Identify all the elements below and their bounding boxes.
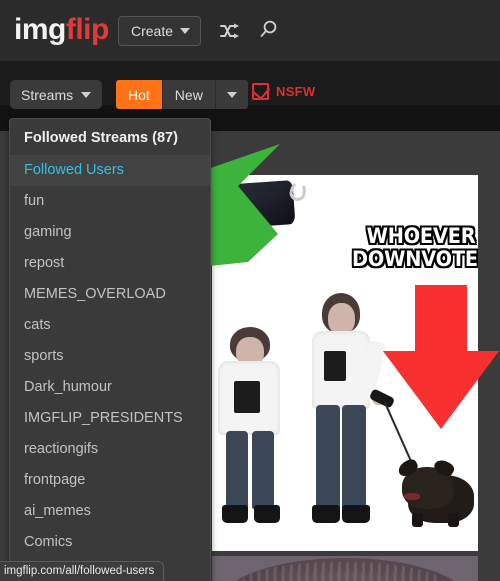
imgflip-logo[interactable]: imgflip <box>14 12 109 48</box>
nsfw-toggle[interactable]: NSFW <box>252 82 316 100</box>
right-gutter <box>478 131 500 581</box>
dropdown-item-gaming[interactable]: gaming <box>10 217 210 248</box>
sort-more-button[interactable] <box>214 80 248 109</box>
dropdown-item-sports[interactable]: sports <box>10 341 210 372</box>
streams-button-label: Streams <box>21 86 74 103</box>
chevron-down-icon <box>81 91 92 98</box>
dropdown-item-frontpage[interactable]: frontpage <box>10 465 210 496</box>
dropdown-item-dark-humour[interactable]: Dark_humour <box>10 372 210 403</box>
search-icon[interactable] <box>257 18 281 42</box>
dropdown-item-imgflip-presidents[interactable]: IMGFLIP_PRESIDENTS <box>10 403 210 434</box>
chevron-down-icon <box>226 91 237 98</box>
shuffle-icon[interactable] <box>219 19 243 43</box>
dropdown-title: Followed Streams (87) <box>24 130 178 146</box>
next-meme-post-image[interactable] <box>212 556 478 581</box>
meme-photo: WHOEVER DOWNVOTED <box>212 175 478 551</box>
meme-caption-text: WHOEVER DOWNVOTED <box>352 224 478 271</box>
dropdown-item-fun[interactable]: fun <box>10 186 210 217</box>
dropdown-item-repost[interactable]: repost <box>10 248 210 279</box>
dropdown-item-followed-users[interactable]: Followed Users <box>10 155 210 186</box>
logo-img-text: img <box>14 13 66 46</box>
sort-hot-label: Hot <box>128 86 150 103</box>
create-button[interactable]: Create <box>118 16 202 46</box>
sort-new-button[interactable]: New <box>161 80 215 109</box>
sort-toggle-group: Hot New <box>116 80 248 109</box>
meme-post-image[interactable]: WHOEVER DOWNVOTED <box>212 175 478 551</box>
followed-streams-dropdown: Followed Streams (87) Followed Users fun… <box>9 118 211 581</box>
imgflip-page: imgflip Create Streams Hot New NSFW WHOE… <box>0 0 500 581</box>
status-bar-url: imgflip.com/all/followed-users <box>0 561 165 581</box>
logo-flip-text: flip <box>65 13 110 46</box>
dropdown-item-comics[interactable]: Comics <box>10 527 210 558</box>
site-header: imgflip Create <box>0 0 500 62</box>
dropdown-item-ai-memes[interactable]: ai_memes <box>10 496 210 527</box>
dropdown-item-memes-overload[interactable]: MEMES_OVERLOAD <box>10 279 210 310</box>
create-button-label: Create <box>131 23 174 39</box>
chevron-down-icon <box>180 28 191 34</box>
streams-dropdown-button[interactable]: Streams <box>10 80 103 109</box>
nsfw-checkbox[interactable] <box>252 82 271 100</box>
nsfw-label: NSFW <box>276 84 316 99</box>
sort-new-label: New <box>174 86 203 103</box>
dropdown-item-reactiongifs[interactable]: reactiongifs <box>10 434 210 465</box>
sort-hot-button[interactable]: Hot <box>116 80 162 109</box>
check-icon <box>252 82 271 100</box>
dropdown-item-cats[interactable]: cats <box>10 310 210 341</box>
bag-object <box>212 180 296 230</box>
